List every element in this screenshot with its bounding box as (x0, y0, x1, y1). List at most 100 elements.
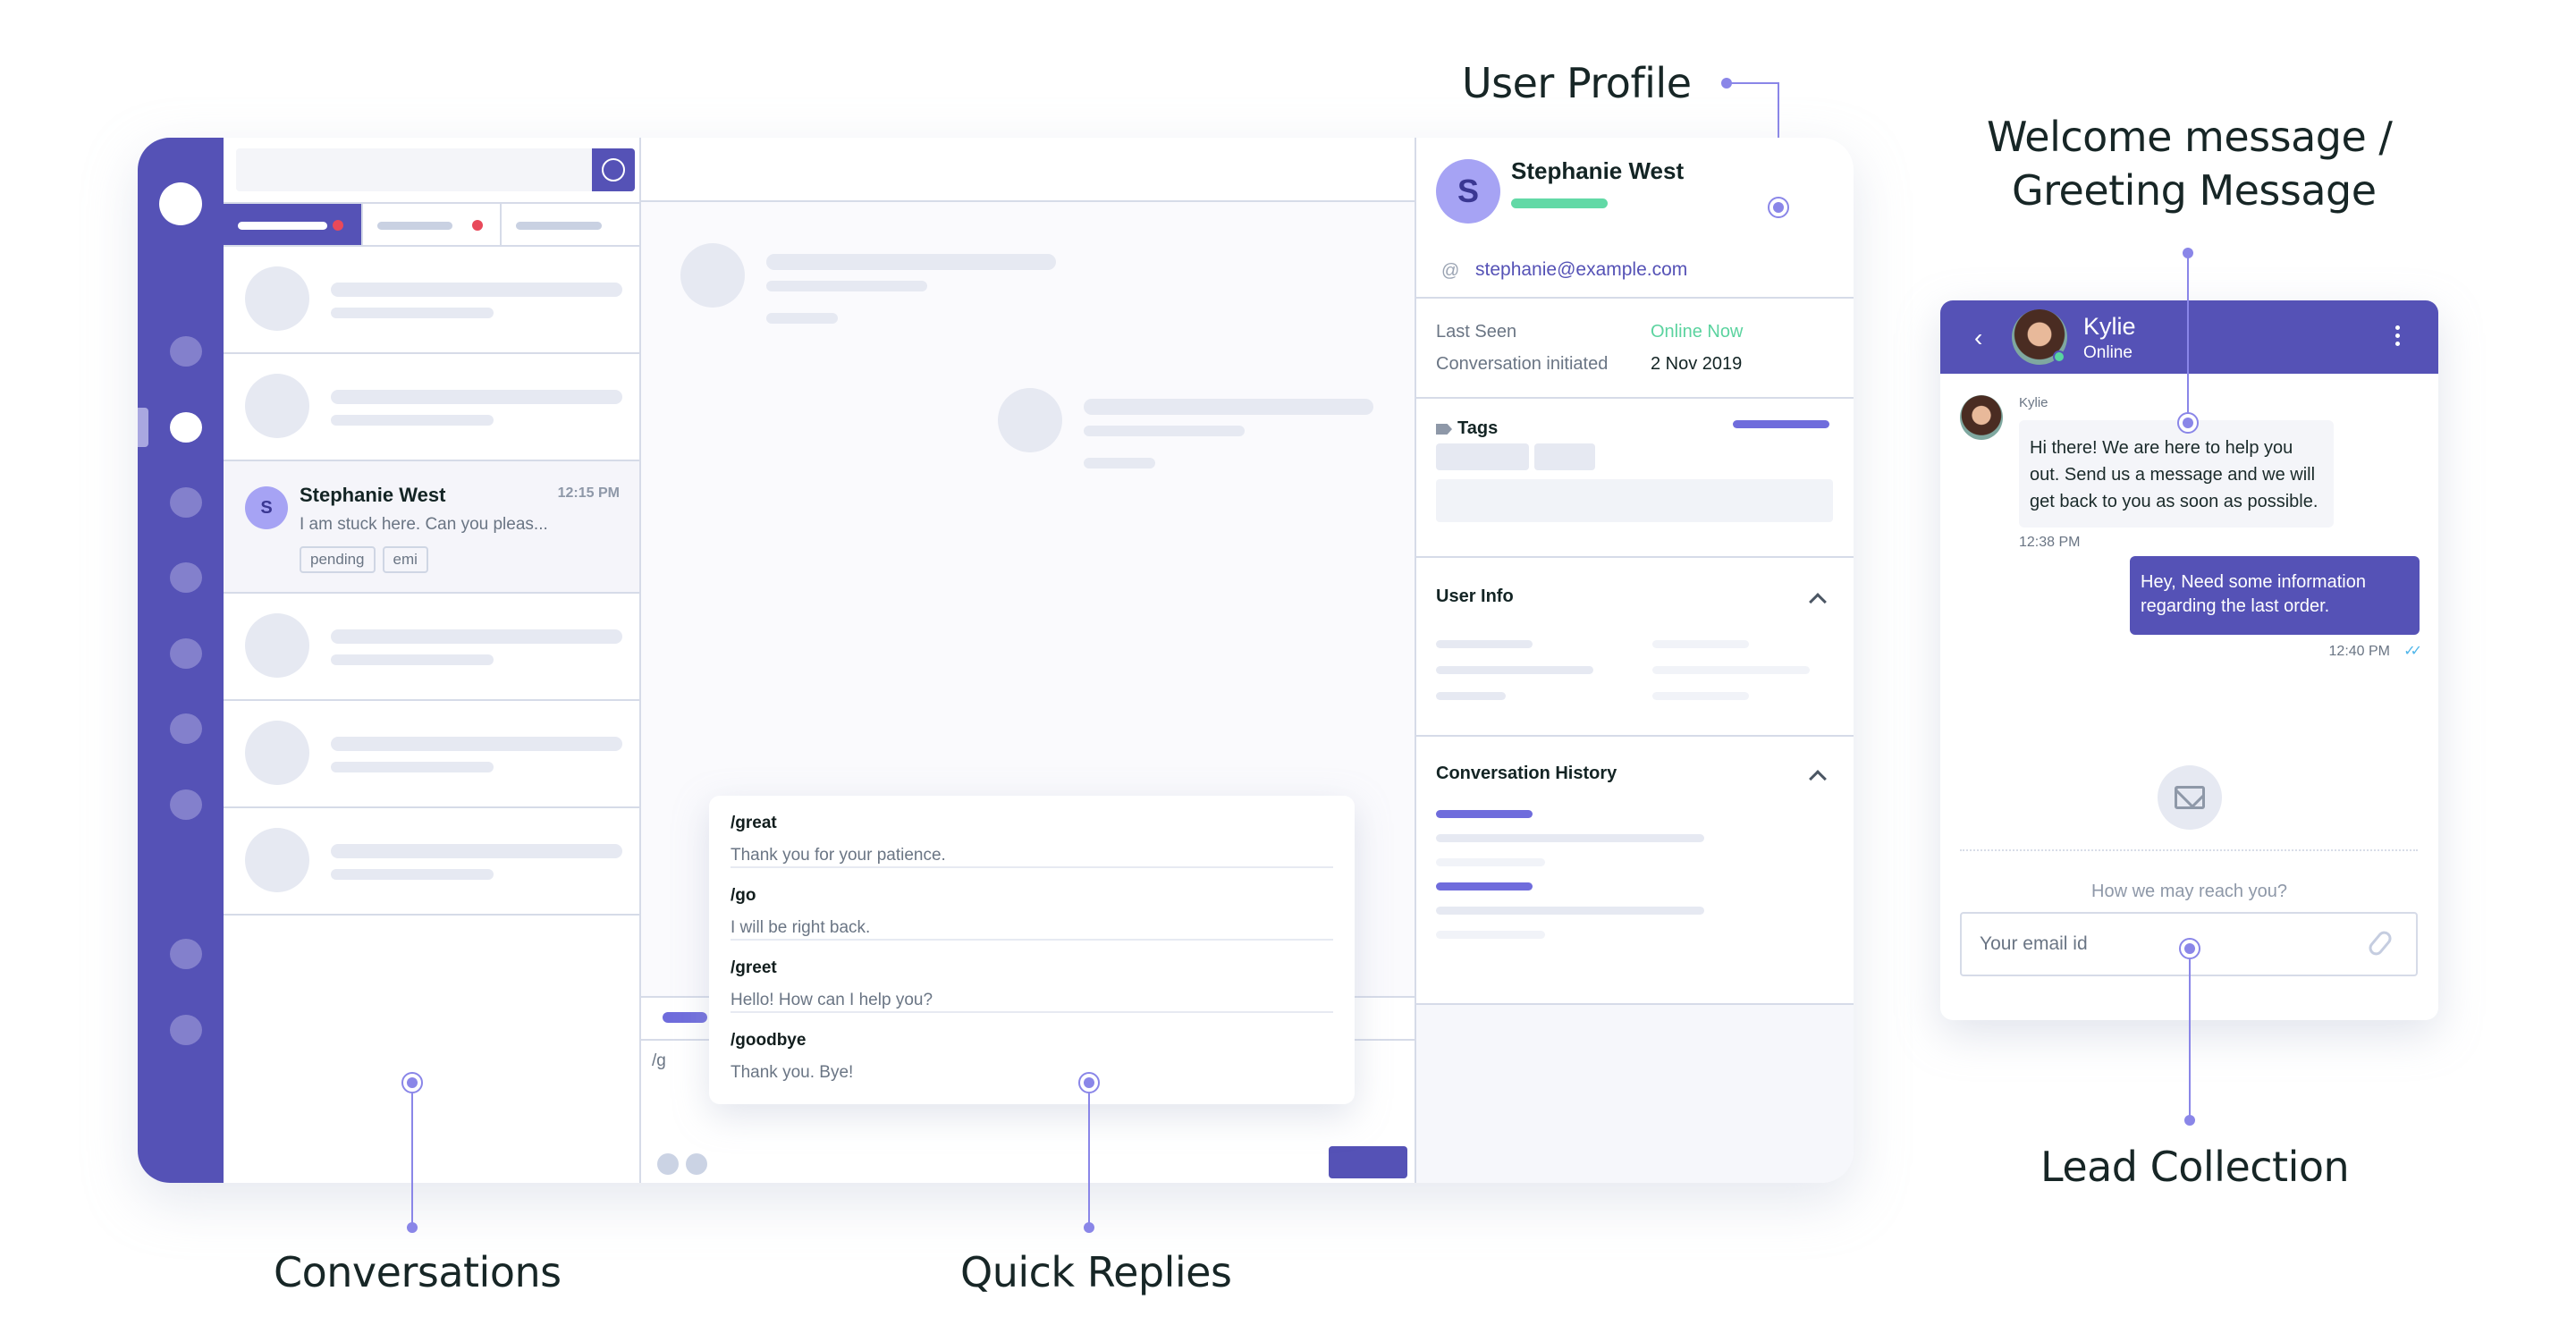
nav-item-icon[interactable] (170, 336, 202, 367)
conversation-timestamp: 12:15 PM (557, 485, 620, 501)
unread-badge (471, 220, 483, 231)
profile-meta: Last Seen Online Now Conversation initia… (1416, 299, 1854, 399)
attachment-icon[interactable] (686, 1153, 707, 1175)
quick-reply-item[interactable]: /great Thank you for your patience. (731, 796, 1333, 868)
welcome-message-bubble: Hi there! We are here to help you out. S… (2019, 420, 2334, 528)
tab-1[interactable] (224, 204, 363, 245)
annotation-marker (1078, 1072, 1100, 1093)
unread-badge (333, 220, 343, 231)
dotted-divider (1960, 849, 2418, 851)
mail-icon (2175, 786, 2205, 809)
message-line-placeholder (1084, 399, 1373, 415)
quick-reply-command: /greet (731, 958, 777, 977)
tab-3[interactable] (502, 204, 639, 245)
read-receipt-icon: ✓✓ (2403, 644, 2422, 659)
annotation-line (1727, 82, 1778, 84)
reach-prompt: How we may reach you? (2091, 882, 2287, 901)
user-message-bubble: Hey, Need some information regarding the… (2130, 556, 2420, 635)
tag-badge: emi (382, 546, 428, 573)
message-avatar-placeholder (680, 243, 745, 308)
tags-section: Tags (1416, 399, 1854, 558)
quick-reply-text: Thank you. Bye! (731, 1063, 854, 1082)
conversation-list-panel: S Stephanie West 12:15 PM I am stuck her… (224, 138, 641, 1183)
profile-status-bar (1511, 198, 1608, 208)
chat-widget: ‹ Kylie Online Kylie Hi there! We are he… (1940, 300, 2438, 1020)
tab-2[interactable] (363, 204, 503, 245)
message-avatar (1960, 395, 2003, 440)
search-button[interactable] (592, 148, 635, 191)
message-avatar-placeholder (998, 388, 1062, 452)
search-input[interactable] (236, 148, 594, 191)
conversation-item-placeholder[interactable] (224, 354, 639, 461)
nav-item-icon[interactable] (170, 487, 202, 518)
annotation-quick-replies: Quick Replies (960, 1248, 1232, 1296)
conversation-preview: I am stuck here. Can you pleas... (300, 515, 548, 534)
tags-heading: Tags (1457, 418, 1499, 438)
quick-replies-popup: /great Thank you for your patience. /go … (709, 796, 1355, 1104)
conversation-item-placeholder[interactable] (224, 247, 639, 354)
annotation-welcome-line2: Greeting Message (2012, 166, 2377, 215)
user-message-time: 12:40 PM (2328, 644, 2390, 659)
nav-item-icon[interactable] (170, 562, 202, 593)
composer-tab-active[interactable] (663, 1012, 707, 1023)
tag-badge: pending (300, 546, 376, 573)
sidebar-nav (138, 138, 224, 1183)
tab-label-placeholder (516, 222, 603, 230)
nav-item-icon-active[interactable] (170, 412, 202, 443)
conversation-item-placeholder[interactable] (224, 701, 639, 808)
tag-placeholder (1436, 443, 1529, 470)
conversation-history-section: Conversation History (1416, 737, 1854, 1005)
email-icon: @ (1441, 261, 1460, 281)
history-item-title[interactable] (1436, 882, 1533, 890)
nav-item-icon[interactable] (170, 1015, 202, 1045)
quick-reply-text: I will be right back. (731, 918, 871, 937)
chevron-up-icon[interactable] (1809, 770, 1827, 788)
send-button[interactable] (1329, 1146, 1407, 1178)
avatar: S (245, 486, 288, 529)
annotation-line (2187, 253, 2189, 414)
emoji-icon[interactable] (657, 1153, 679, 1175)
profile-avatar: S (1436, 159, 1500, 224)
annotation-anchor-dot (407, 1222, 418, 1233)
annotation-marker (2179, 938, 2200, 959)
quick-reply-command: /goodbye (731, 1031, 807, 1050)
chevron-up-icon[interactable] (1809, 593, 1827, 611)
conversation-item-selected[interactable]: S Stephanie West 12:15 PM I am stuck her… (224, 461, 639, 594)
quick-reply-item[interactable]: /greet Hello! How can I help you? (731, 941, 1333, 1013)
tag-input[interactable] (1436, 479, 1833, 522)
logo-icon[interactable] (159, 182, 202, 225)
quick-reply-command: /great (731, 814, 777, 832)
quick-reply-item[interactable]: /go I will be right back. (731, 868, 1333, 941)
nav-item-icon[interactable] (170, 638, 202, 669)
composer-text: /g (652, 1051, 666, 1070)
conversation-item-placeholder[interactable] (224, 808, 639, 916)
annotation-anchor-dot (1084, 1222, 1094, 1233)
avatar-placeholder (245, 613, 309, 678)
composer-footer (641, 1143, 1415, 1183)
agent-name: Kylie (2083, 313, 2136, 340)
tag-icon (1436, 424, 1452, 435)
annotation-line (411, 1093, 413, 1226)
quick-reply-text: Hello! How can I help you? (731, 991, 933, 1009)
history-item-title[interactable] (1436, 810, 1533, 818)
tag-placeholder (1534, 443, 1595, 470)
conversation-item-placeholder[interactable] (224, 594, 639, 701)
profile-email[interactable]: stephanie@example.com (1475, 259, 1687, 281)
nav-item-icon[interactable] (170, 789, 202, 820)
chat-header (641, 138, 1415, 202)
nav-item-icon[interactable] (170, 713, 202, 744)
annotation-line (2189, 959, 2191, 1118)
initiated-value: 2 Nov 2019 (1651, 354, 1743, 374)
annotation-welcome-line1: Welcome message / (1987, 113, 2393, 161)
nav-item-icon[interactable] (170, 939, 202, 969)
more-options-icon[interactable] (2395, 325, 2401, 346)
avatar-placeholder (245, 374, 309, 438)
profile-name: Stephanie West (1511, 157, 1685, 184)
widget-header: ‹ Kylie Online (1940, 300, 2438, 374)
back-icon[interactable]: ‹ (1974, 324, 1982, 352)
annotation-user-profile: User Profile (1462, 59, 1692, 107)
quick-reply-item[interactable]: /goodbye Thank you. Bye! (731, 1013, 1333, 1085)
conversation-tabs (224, 202, 639, 247)
active-nav-indicator (138, 408, 148, 447)
add-tag-button[interactable] (1733, 420, 1829, 428)
